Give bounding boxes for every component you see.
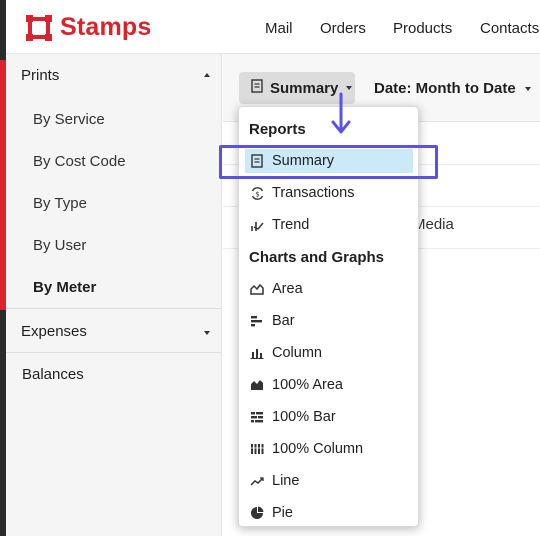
menu-item-100-column[interactable]: 100% Column [245, 437, 413, 461]
area-chart-icon [249, 281, 265, 297]
reports-heading: Reports [249, 121, 306, 138]
sidebar-balances-label: Balances [22, 366, 84, 383]
chevron-down-icon [346, 86, 353, 90]
dollar-cycle-icon: $ [249, 185, 265, 201]
menu-item-column[interactable]: Column [245, 341, 413, 365]
menu-item-label: 100% Area [272, 377, 343, 393]
sidebar-item-by-user[interactable]: By User [33, 237, 86, 254]
annotation-highlight [219, 145, 438, 179]
sidebar-expenses[interactable]: Expenses [6, 323, 222, 343]
menu-item-pie[interactable]: Pie [245, 501, 413, 525]
menu-item-100-bar[interactable]: 100% Bar [245, 405, 413, 429]
sidebar-item-by-service[interactable]: By Service [33, 111, 105, 128]
sidebar-prints-label: Prints [21, 67, 60, 84]
sidebar-item-by-meter[interactable]: By Meter [33, 279, 96, 296]
menu-item-transactions[interactable]: $ Transactions [245, 181, 413, 205]
nav-orders[interactable]: Orders [320, 20, 366, 37]
nav-mail[interactable]: Mail [265, 20, 293, 37]
charts-heading: Charts and Graphs [249, 249, 385, 266]
nav-contacts[interactable]: Contacts [480, 20, 539, 37]
line-chart-icon [249, 473, 265, 489]
menu-item-trend[interactable]: Trend [245, 213, 413, 237]
trend-icon [249, 217, 265, 233]
menu-item-label: Pie [272, 505, 293, 521]
menu-item-label: 100% Bar [272, 409, 336, 425]
top-header: Stamps Mail Orders Products Contacts [6, 0, 540, 54]
stacked-area-icon [249, 377, 265, 393]
sidebar-prints[interactable]: Prints [6, 67, 222, 87]
table-cell: Media [413, 216, 454, 233]
menu-item-label: Line [272, 473, 300, 489]
column-chart-icon [249, 345, 265, 361]
menu-item-area[interactable]: Area [245, 277, 413, 301]
receipt-icon [251, 78, 263, 98]
menu-item-line[interactable]: Line [245, 469, 413, 493]
sidebar-balances[interactable]: Balances [6, 366, 222, 386]
sidebar-item-by-cost-code[interactable]: By Cost Code [33, 153, 126, 170]
bar-chart-icon [249, 313, 265, 329]
menu-item-label: Bar [272, 313, 295, 329]
sidebar-divider [6, 308, 222, 309]
sidebar-divider [6, 352, 222, 353]
date-range-label: Date: Month to Date [374, 80, 516, 97]
menu-item-label: Area [272, 281, 303, 297]
report-type-label: Summary [270, 79, 339, 97]
menu-item-label: 100% Column [272, 441, 364, 457]
menu-item-label: Trend [272, 217, 310, 233]
caret-up-icon [204, 73, 210, 77]
main-nav: Mail Orders Products Contacts [6, 20, 540, 40]
menu-item-label: Transactions [272, 185, 355, 201]
stacked-column-icon [249, 441, 265, 457]
date-range-button[interactable]: Date: Month to Date [374, 80, 531, 97]
pie-chart-icon [249, 505, 265, 521]
sidebar-expenses-label: Expenses [21, 323, 87, 340]
chevron-down-icon [524, 86, 531, 91]
menu-item-bar[interactable]: Bar [245, 309, 413, 333]
menu-item-100-area[interactable]: 100% Area [245, 373, 413, 397]
sidebar-item-by-type[interactable]: By Type [33, 195, 87, 212]
caret-down-icon [204, 331, 210, 335]
annotation-arrow-icon [331, 92, 351, 134]
reports-sidebar: Prints By Service By Cost Code By Type B… [6, 54, 222, 536]
menu-item-label: Column [272, 345, 322, 361]
svg-text:$: $ [255, 190, 259, 198]
stacked-bar-icon [249, 409, 265, 425]
nav-products[interactable]: Products [393, 20, 452, 37]
